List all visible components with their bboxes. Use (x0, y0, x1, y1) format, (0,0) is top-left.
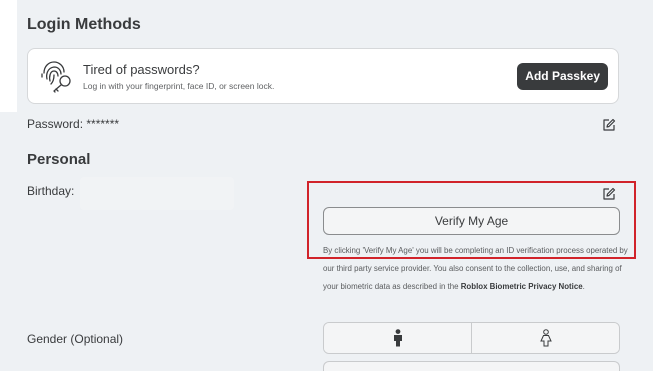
biometric-privacy-notice-link[interactable]: Roblox Biometric Privacy Notice (461, 282, 583, 291)
gender-option-female[interactable] (471, 323, 619, 353)
verify-my-age-button[interactable]: Verify My Age (323, 207, 620, 235)
notice-end: . (582, 282, 585, 291)
gender-selector (323, 322, 620, 354)
login-methods-title: Login Methods (27, 16, 141, 33)
edit-password-icon[interactable] (602, 118, 616, 132)
biometric-notice: By clicking 'Verify My Age' you will be … (323, 242, 629, 296)
passkey-description: Log in with your fingerprint, face ID, o… (83, 81, 275, 91)
passkey-card: Tired of passwords? Log in with your fin… (27, 48, 619, 104)
birthday-value (80, 177, 234, 210)
birthday-label: Birthday: (27, 184, 75, 198)
gender-label: Gender (Optional) (27, 332, 124, 346)
password-label: Password: ******* (27, 117, 120, 131)
edit-birthday-icon[interactable] (602, 187, 616, 201)
passkey-title: Tired of passwords? (83, 62, 200, 77)
personal-title: Personal (27, 151, 91, 168)
next-field-partial (323, 361, 620, 371)
fingerprint-key-icon (41, 61, 71, 93)
male-icon (393, 329, 402, 347)
add-passkey-button[interactable]: Add Passkey (517, 63, 608, 90)
female-icon (539, 329, 552, 347)
gender-option-male[interactable] (324, 323, 471, 353)
left-panel-edge (0, 0, 17, 112)
